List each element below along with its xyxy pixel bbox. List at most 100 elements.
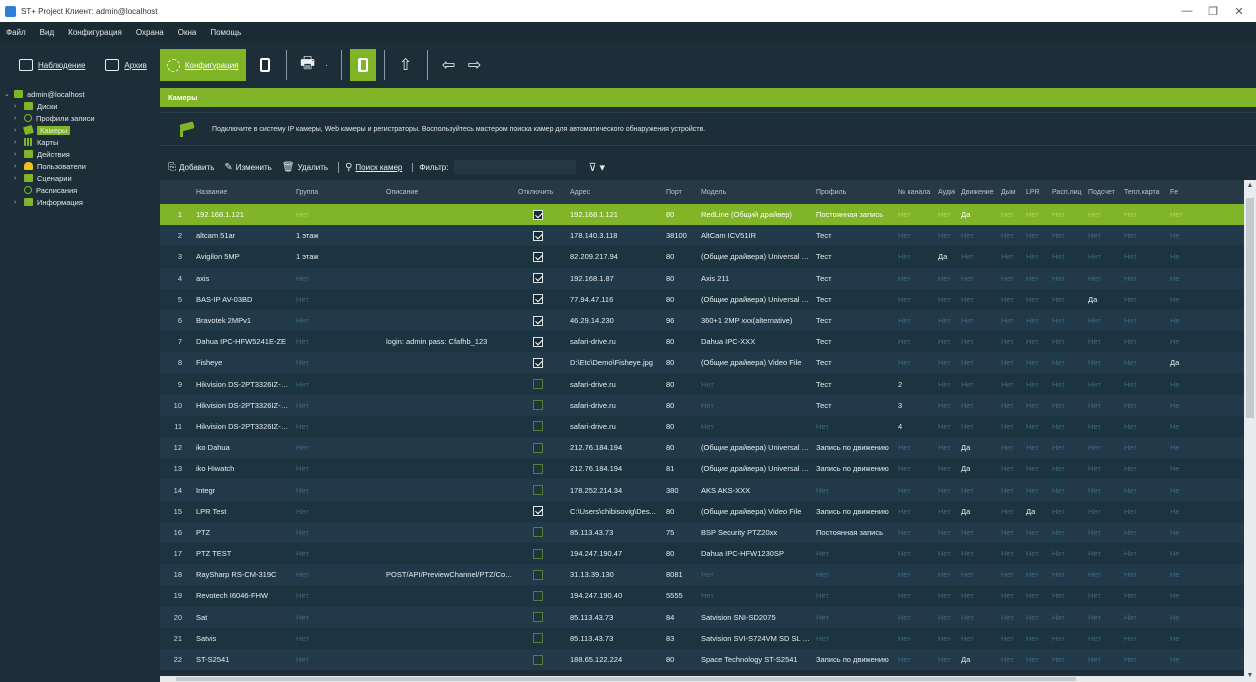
cell-disable[interactable] [512,458,564,480]
table-row[interactable]: 17 PTZ TEST Нет 194.247.190.47 80 Dahua IPC-H… [160,543,1244,565]
disable-checkbox[interactable] [533,463,543,474]
edit-button[interactable]: ✎ Изменить [224,162,271,173]
disable-checkbox[interactable] [533,506,543,517]
menu-file[interactable]: Файл [6,28,26,37]
table-row[interactable]: 20 Sat Нет 85.113.43.73 84 Satvision SNI-SD20… [160,606,1244,628]
tree-item-record-profiles[interactable]: › Профили записи [0,112,160,124]
column-header[interactable]: Тепл.карта [1118,180,1164,204]
tree-item-actions[interactable]: › Действия [0,148,160,160]
tree-item-users[interactable]: › Пользователи [0,160,160,172]
panel-toggle-button[interactable] [349,49,376,81]
chevron-right-icon[interactable]: › [14,127,22,134]
cell-disable[interactable] [512,267,564,289]
column-header[interactable]: Профиль [810,180,892,204]
chevron-right-icon[interactable]: › [14,163,22,170]
cell-disable[interactable] [512,500,564,522]
scroll-up-icon[interactable]: ▲ [1244,180,1256,192]
cell-disable[interactable] [512,521,564,543]
table-row[interactable]: 15 LPR Test Нет C:\Users\chibisovig\Des... 8… [160,500,1244,522]
tree-item-schedules[interactable]: Расписания [0,184,160,196]
column-header[interactable]: Аудио [932,180,955,204]
table-row[interactable]: 9 Hikvision DS-2PT3326IZ-D... Нет safari-dr… [160,373,1244,395]
tab-monitoring[interactable]: Наблюдение [12,49,92,81]
column-header[interactable]: LPR [1020,180,1046,204]
table-row[interactable]: 22 ST-S2541 Нет 188.65.122.224 80 Space Techn… [160,648,1244,671]
hscroll-thumb[interactable] [176,677,1076,681]
table-row[interactable]: 5 BAS-IP AV-03BD Нет 77.94.47.116 80 (Общие д… [160,288,1244,310]
cell-disable[interactable] [512,648,564,671]
column-header[interactable]: Движение [955,180,995,204]
menu-windows[interactable]: Окна [178,28,197,37]
up-button[interactable]: ⇧ [393,49,419,81]
cell-disable[interactable] [512,479,564,501]
table-row[interactable]: 11 Hikvision DS-2PT3326IZ-D... Нет safari-d… [160,415,1244,438]
disable-checkbox[interactable] [533,612,543,623]
horizontal-scrollbar[interactable] [160,676,1244,682]
table-row[interactable]: 13 iko Hiwatch Нет 212.76.184.194 81 (Общие д… [160,458,1244,480]
disable-checkbox[interactable] [533,357,543,368]
minimize-icon[interactable]: — [1176,0,1198,22]
tree-item-scenarios[interactable]: › Сценарии [0,172,160,184]
column-header[interactable] [160,180,190,204]
table-row[interactable]: 8 Fisheye Нет D:\Etc\Demo\Fisheye.jpg 80 (Общ… [160,352,1244,374]
disable-checkbox[interactable] [533,294,543,305]
table-row[interactable]: 4 axis Нет 192.168.1.87 80 Axis 211 Тест Нет Нет… [160,267,1244,289]
column-header[interactable]: № канала [892,180,932,204]
layout-button[interactable]: 🖶 [295,49,321,81]
cell-disable[interactable] [512,352,564,374]
scroll-down-icon[interactable]: ▼ [1244,670,1256,682]
chevron-right-icon[interactable]: › [14,103,22,110]
cell-disable[interactable] [512,246,564,268]
column-header[interactable]: Описание [380,180,512,204]
device-button[interactable] [252,49,278,81]
table-row[interactable]: 12 iko Dahua Нет 212.76.184.194 80 (Общие дра… [160,437,1244,459]
tab-configuration[interactable]: Конфигурация [159,49,246,81]
cell-disable[interactable] [512,373,564,395]
disable-checkbox[interactable] [533,569,543,580]
scroll-thumb[interactable] [1246,198,1254,418]
table-row[interactable]: 21 Satvis Нет 85.113.43.73 83 Satvision SVI-S… [160,627,1244,649]
column-header[interactable]: Отключить [512,180,564,204]
menu-security[interactable]: Охрана [136,28,164,37]
cell-disable[interactable] [512,564,564,586]
menu-view[interactable]: Вид [40,28,54,37]
cell-disable[interactable] [512,331,564,353]
tree-item-maps[interactable]: › Карты [0,136,160,148]
chevron-right-icon[interactable]: › [14,151,22,158]
tree-item-cameras[interactable]: › Камеры [0,124,160,136]
table-row[interactable]: 16 PTZ Нет 85.113.43.73 75 BSP Security PTZ20… [160,521,1244,543]
disable-checkbox[interactable] [533,527,543,538]
filter-funnel-icon[interactable]: ⊽ ▾ [588,161,605,174]
disable-checkbox[interactable] [533,590,543,601]
column-header[interactable]: Fe [1164,180,1244,204]
column-header[interactable]: Расп.лиц [1046,180,1082,204]
back-button[interactable]: ⇦ [436,49,462,81]
disable-checkbox[interactable] [533,379,543,390]
search-cameras-button[interactable]: ⚲ Поиск камер [338,161,402,173]
column-header[interactable]: Название [190,180,290,204]
cell-disable[interactable] [512,606,564,628]
tree-root[interactable]: ⌄ admin@localhost [0,88,160,100]
chevron-right-icon[interactable]: › [14,199,22,206]
table-row[interactable]: 10 Hikvision DS-2PT3326IZ-D... Нет safari-d… [160,394,1244,416]
table-row[interactable]: 7 Dahua IPC-HFW5241E-ZE Нет login: admin pa… [160,331,1244,353]
disable-checkbox[interactable] [533,336,543,347]
layout-dropdown-button[interactable]: · [321,49,333,81]
menu-help[interactable]: Помощь [210,28,241,37]
disable-checkbox[interactable] [533,230,543,241]
cell-disable[interactable] [512,415,564,438]
delete-button[interactable]: 🗑 Удалить [282,162,328,173]
table-row[interactable]: 3 Avigilon 5MP 1 этаж 82.209.217.94 80 (Общие… [160,246,1244,268]
restore-icon[interactable]: ❐ [1202,0,1224,22]
tree-item-information[interactable]: › Информация [0,196,160,208]
table-row[interactable]: 14 Integr Нет 178.252.214.34 380 AKS AKS-XXX Н… [160,479,1244,501]
table-row[interactable]: 1 192.168.1.121 Нет 192.168.1.121 80 RedLine … [160,204,1244,226]
tree-item-disks[interactable]: › Диски [0,100,160,112]
cell-disable[interactable] [512,225,564,247]
chevron-right-icon[interactable]: › [14,139,22,146]
column-header[interactable]: Адрес [564,180,660,204]
vertical-scrollbar[interactable]: ▲ ▼ [1244,180,1256,682]
column-header[interactable]: Модель [695,180,810,204]
cell-disable[interactable] [512,543,564,565]
add-button[interactable]: ⎘ Добавить [168,162,214,173]
